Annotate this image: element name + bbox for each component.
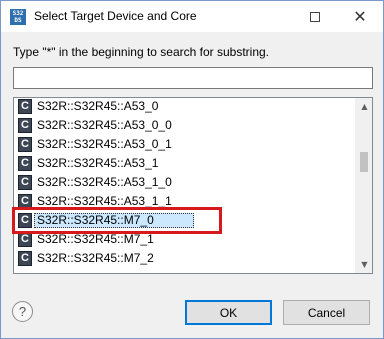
core-icon: C <box>18 137 32 152</box>
list-item[interactable]: C S32R::S32R45::A53_1 <box>14 154 356 173</box>
list-item[interactable]: C S32R::S32R45::M7_2 <box>14 249 356 268</box>
list-item[interactable]: C S32R::S32R45::A53_0 <box>14 98 356 116</box>
core-icon: C <box>18 156 32 171</box>
maximize-button[interactable] <box>293 1 337 32</box>
dialog-window: S32 DS Select Target Device and Core ✕ Ty… <box>0 0 384 339</box>
list-item-label: S32R::S32R45::M7_1 <box>37 232 154 246</box>
list-item-label: S32R::S32R45::A53_0_1 <box>37 137 172 151</box>
scroll-thumb[interactable] <box>360 152 368 172</box>
ok-button[interactable]: OK <box>185 300 272 325</box>
maximize-icon <box>310 11 320 22</box>
list-item[interactable]: C S32R::S32R45::A53_1_0 <box>14 173 356 192</box>
close-icon: ✕ <box>353 7 367 26</box>
search-input[interactable] <box>13 67 373 89</box>
scroll-down-icon[interactable]: ▼ <box>356 256 372 273</box>
core-icon: C <box>18 251 32 266</box>
list-item-label: S32R::S32R45::A53_1 <box>37 156 159 170</box>
list-item-label: S32R::S32R45::M7_2 <box>37 251 154 265</box>
list-items: C S32R::S32R45::A53_0 C S32R::S32R45::A53_0… <box>14 98 356 268</box>
core-icon: C <box>18 118 32 133</box>
scroll-up-icon[interactable]: ▲ <box>356 98 372 115</box>
close-button[interactable]: ✕ <box>338 1 382 32</box>
title-bar: S32 DS Select Target Device and Core ✕ <box>1 1 383 32</box>
help-button[interactable]: ? <box>12 301 33 322</box>
app-logo-icon: S32 DS <box>10 9 26 25</box>
selection-highlight-box <box>12 207 222 234</box>
list-item-label: S32R::S32R45::A53_0 <box>37 99 159 113</box>
core-icon: C <box>18 175 32 190</box>
list-item-label: S32R::S32R45::A53_0_0 <box>37 118 172 132</box>
cancel-button[interactable]: Cancel <box>283 300 370 325</box>
dialog-title: Select Target Device and Core <box>34 9 197 23</box>
list-item-label: S32R::S32R45::A53_1_0 <box>37 175 172 189</box>
list-scrollbar[interactable]: ▲ ▼ <box>355 98 372 273</box>
core-icon: C <box>18 232 32 247</box>
list-item[interactable]: C S32R::S32R45::A53_0_0 <box>14 116 356 135</box>
list-item[interactable]: C S32R::S32R45::A53_0_1 <box>14 135 356 154</box>
search-hint: Type "*" in the beginning to search for … <box>13 45 270 59</box>
device-core-list[interactable]: C S32R::S32R45::A53_0 C S32R::S32R45::A53_0… <box>13 97 373 274</box>
core-icon: C <box>18 99 32 114</box>
